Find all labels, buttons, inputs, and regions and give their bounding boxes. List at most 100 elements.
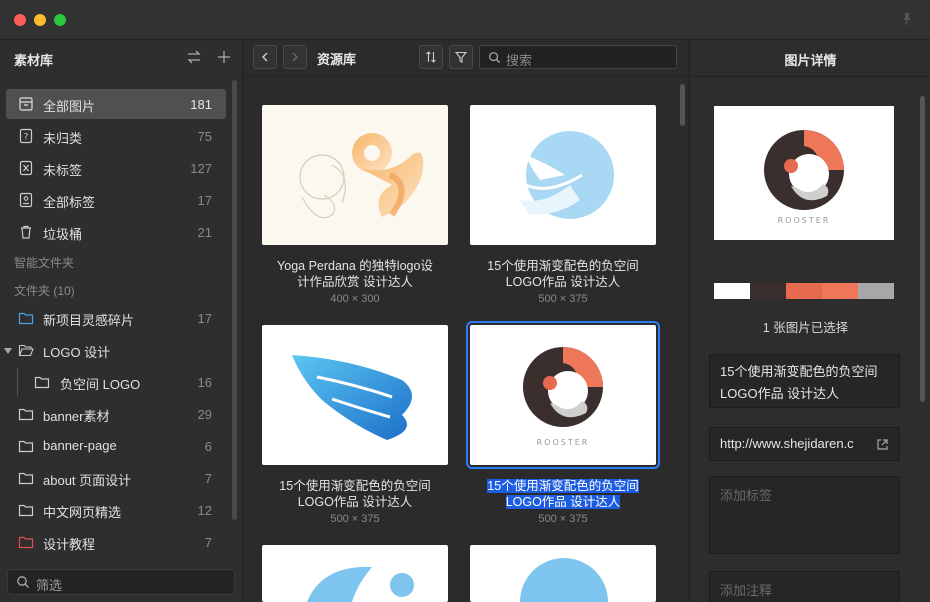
zoom-window-button[interactable] bbox=[54, 14, 66, 26]
sidebar-item-count: 17 bbox=[197, 193, 212, 208]
smart-folders-heading[interactable]: 智能文件夹 bbox=[14, 254, 74, 271]
sidebar-item-count: 75 bbox=[197, 129, 212, 144]
rooster-logo-thumbnail: ROOSTER bbox=[523, 347, 603, 447]
source-url: http://www.shejidaren.c bbox=[720, 436, 854, 451]
folder-count: 16 bbox=[197, 375, 212, 390]
image-card-title: 15个使用渐变配色的负空间 LOGO作品 设计达人 bbox=[470, 478, 656, 510]
pin-icon[interactable] bbox=[900, 12, 914, 26]
folder-item-expanded[interactable]: LOGO 设计 bbox=[4, 335, 226, 365]
untagged-icon bbox=[19, 160, 33, 176]
palette-swatch[interactable] bbox=[858, 283, 894, 299]
sidebar-item-uncategorized[interactable]: ? 未归类 75 bbox=[6, 121, 226, 151]
rooster-wordmark: ROOSTER bbox=[778, 216, 831, 225]
selection-count: 1 张图片已选择 bbox=[762, 321, 849, 335]
window-titlebar bbox=[0, 0, 930, 40]
image-thumbnail[interactable] bbox=[262, 105, 448, 245]
folder-item[interactable]: 中文网页精选 12 bbox=[6, 495, 226, 525]
folder-label: LOGO 设计 bbox=[43, 345, 111, 360]
sidebar-item-label: 未归类 bbox=[43, 131, 83, 146]
wing-logo-thumbnail bbox=[292, 355, 412, 440]
sidebar-title: 素材库 bbox=[14, 53, 54, 68]
swap-icon[interactable] bbox=[186, 49, 202, 65]
forward-button[interactable] bbox=[283, 45, 307, 69]
tags-field[interactable]: 添加标签 bbox=[709, 476, 900, 554]
folder-count: 12 bbox=[197, 503, 212, 518]
folder-item[interactable]: 新项目灵感碎片 17 bbox=[6, 303, 226, 333]
folder-icon bbox=[18, 312, 34, 325]
yoga-perdana-logo-thumbnail bbox=[299, 133, 424, 219]
folder-item[interactable]: banner素材 29 bbox=[6, 399, 226, 429]
folder-item[interactable]: about 页面设计 7 bbox=[6, 463, 226, 493]
palette-swatch[interactable] bbox=[822, 283, 858, 299]
back-button[interactable] bbox=[253, 45, 277, 69]
image-thumbnail[interactable] bbox=[470, 105, 656, 245]
folder-item[interactable]: 设计教程 7 bbox=[6, 527, 226, 557]
sidebar-item-all-images[interactable]: 全部图片 181 bbox=[6, 89, 226, 119]
folder-icon bbox=[18, 440, 34, 453]
folder-label: about 页面设计 bbox=[43, 473, 132, 488]
folder-count: 17 bbox=[197, 311, 212, 326]
image-thumbnail[interactable] bbox=[470, 545, 656, 602]
minimize-window-button[interactable] bbox=[34, 14, 46, 26]
chevron-right-icon bbox=[292, 52, 298, 62]
filter-input[interactable]: 筛选 bbox=[7, 569, 235, 595]
folder-icon bbox=[18, 408, 34, 421]
image-thumbnail[interactable] bbox=[262, 545, 448, 602]
image-thumbnail[interactable]: ROOSTER bbox=[466, 321, 660, 469]
external-link-icon[interactable] bbox=[876, 438, 889, 451]
folder-label: 中文网页精选 bbox=[43, 505, 122, 520]
name-line: LOGO作品 设计达人 bbox=[720, 386, 840, 401]
folder-label: banner-page bbox=[43, 438, 117, 453]
divider bbox=[690, 76, 930, 77]
uncategorized-icon: ? bbox=[19, 128, 33, 144]
filter-placeholder: 筛选 bbox=[36, 578, 63, 593]
folder-icon bbox=[34, 376, 50, 389]
image-thumbnail[interactable] bbox=[262, 325, 448, 465]
source-url-field[interactable]: http://www.shejidaren.c bbox=[709, 427, 900, 461]
rooster-logo-preview: ROOSTER bbox=[764, 130, 844, 225]
palette-swatch[interactable] bbox=[750, 283, 786, 299]
sidebar-item-trash[interactable]: 垃圾桶 21 bbox=[6, 217, 226, 247]
folder-count: 6 bbox=[204, 439, 212, 454]
chevron-left-icon bbox=[262, 52, 268, 62]
sidebar-item-label: 垃圾桶 bbox=[43, 227, 83, 242]
search-icon bbox=[489, 52, 501, 64]
notes-field[interactable]: 添加注释 bbox=[709, 571, 900, 602]
filter-button[interactable] bbox=[449, 45, 473, 69]
trash-icon bbox=[21, 225, 31, 239]
folder-icon bbox=[18, 536, 34, 549]
detail-preview-image[interactable]: ROOSTER bbox=[714, 106, 894, 240]
search-placeholder: 搜索 bbox=[506, 53, 533, 68]
chevron-down-icon[interactable] bbox=[4, 347, 12, 355]
title-line: Yoga Perdana 的独特logo设 bbox=[277, 259, 433, 273]
palette-swatch[interactable] bbox=[714, 283, 750, 299]
library-scrollbar[interactable] bbox=[680, 84, 685, 126]
sidebar-item-label: 全部标签 bbox=[43, 195, 96, 210]
add-icon[interactable] bbox=[216, 49, 232, 65]
detail-scrollbar[interactable] bbox=[920, 96, 925, 402]
folder-count: 7 bbox=[204, 471, 212, 486]
image-card-title: Yoga Perdana 的独特logo设 计作品欣赏 设计达人 bbox=[262, 258, 448, 290]
folder-item-nested[interactable]: 负空间 LOGO 16 bbox=[6, 367, 226, 397]
fox-logo-thumbnail bbox=[520, 131, 614, 219]
sidebar-item-untagged[interactable]: 未标签 127 bbox=[6, 153, 226, 183]
folders-heading[interactable]: 文件夹 (10) bbox=[14, 282, 75, 299]
sidebar-item-all-tags[interactable]: 全部标签 17 bbox=[6, 185, 226, 215]
folder-item[interactable]: banner-page 6 bbox=[6, 431, 226, 461]
palette-swatch[interactable] bbox=[786, 283, 822, 299]
title-line: 15个使用渐变配色的负空间 bbox=[279, 479, 431, 493]
sidebar-item-label: 未标签 bbox=[43, 163, 83, 178]
folder-icon bbox=[18, 472, 34, 485]
image-dimensions: 500 × 375 bbox=[538, 513, 588, 525]
all-tags-icon bbox=[19, 192, 33, 208]
rooster-wordmark: ROOSTER bbox=[537, 438, 590, 447]
detail-panel: 图片详情 ROOSTER 1 张图片已选择 15个使用渐变配色的负空间 LOGO… bbox=[689, 40, 930, 602]
close-window-button[interactable] bbox=[14, 14, 26, 26]
image-name-field[interactable]: 15个使用渐变配色的负空间 LOGO作品 设计达人 bbox=[709, 354, 900, 408]
search-input[interactable]: 搜索 bbox=[479, 45, 677, 69]
sidebar-item-label: 全部图片 bbox=[43, 99, 96, 114]
sort-button[interactable] bbox=[419, 45, 443, 69]
sidebar-scrollbar[interactable] bbox=[232, 80, 237, 520]
open-folder-icon bbox=[18, 344, 34, 357]
color-palette bbox=[714, 283, 894, 299]
